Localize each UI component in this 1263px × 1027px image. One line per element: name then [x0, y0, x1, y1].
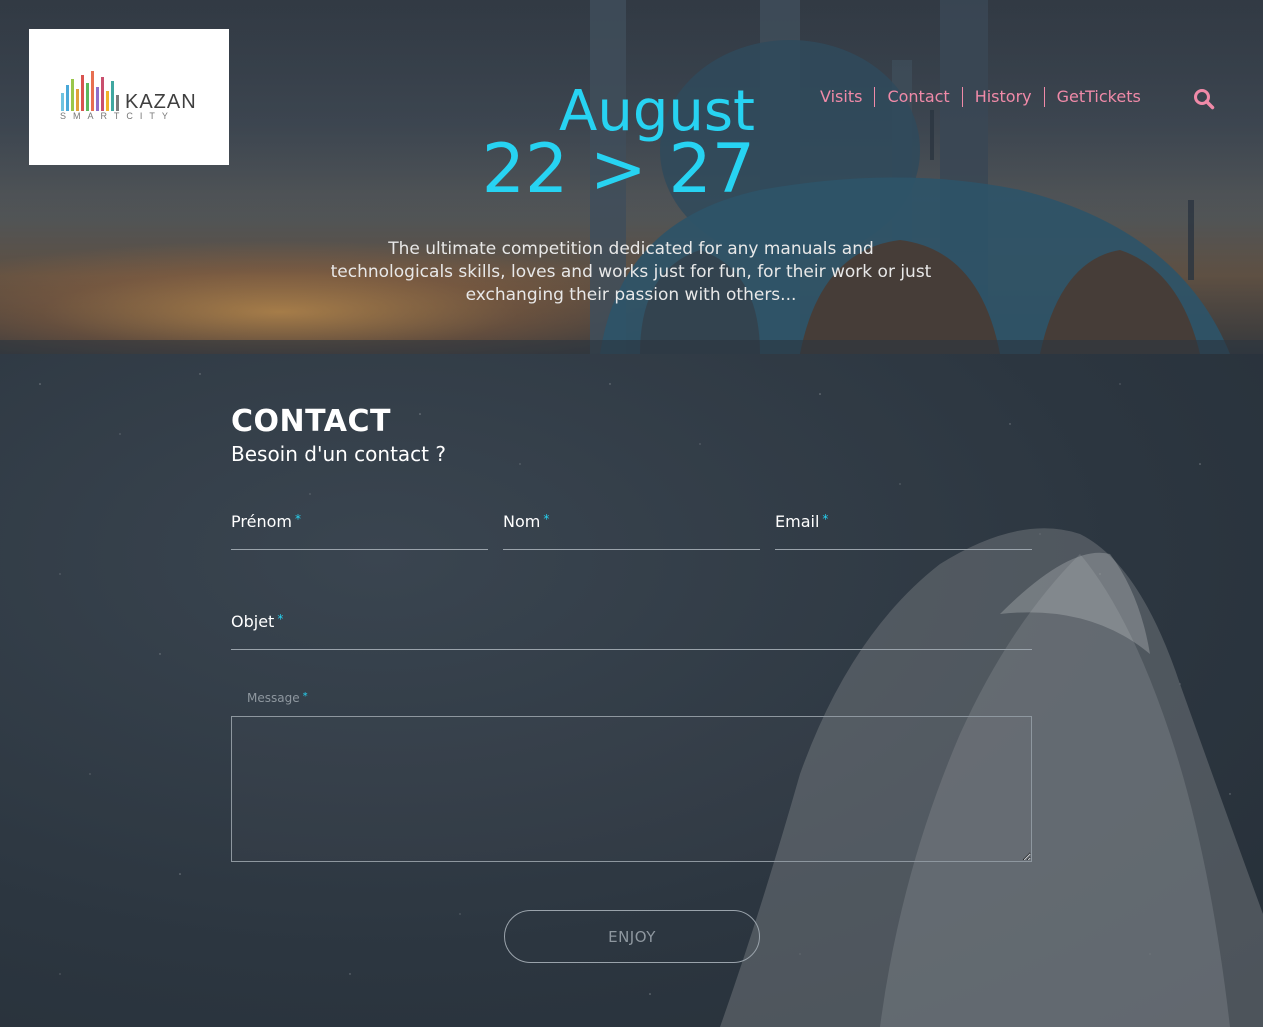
- nav-item-contact[interactable]: Contact: [875, 86, 961, 108]
- search-icon[interactable]: [1193, 88, 1215, 110]
- required-marker: *: [302, 691, 308, 702]
- lastname-input[interactable]: [503, 506, 760, 549]
- email-input[interactable]: [775, 506, 1032, 549]
- event-description: The ultimate competition dedicated for a…: [330, 239, 932, 305]
- main-navigation: Visits Contact History GetTickets: [808, 86, 1153, 108]
- nav-item-gettickets[interactable]: GetTickets: [1045, 86, 1153, 108]
- lastname-field[interactable]: Nom *: [503, 506, 760, 550]
- subject-field[interactable]: Objet *: [231, 606, 1032, 650]
- nav-item-visits[interactable]: Visits: [808, 86, 874, 108]
- contact-subtitle: Besoin d'un contact ?: [231, 442, 446, 466]
- email-field[interactable]: Email *: [775, 506, 1032, 550]
- city-skyline-bars-icon: [61, 71, 119, 111]
- logo-tagline: SMARTCITY: [60, 111, 175, 121]
- nav-item-history[interactable]: History: [963, 86, 1044, 108]
- firstname-field[interactable]: Prénom *: [231, 506, 488, 550]
- enjoy-submit-button[interactable]: ENJOY: [504, 910, 760, 963]
- hero-banner: KAZAN SMARTCITY August 22 > 27 Visits Co…: [0, 0, 1263, 354]
- contact-title: CONTACT: [231, 404, 391, 439]
- firstname-input[interactable]: [231, 506, 488, 549]
- subject-input[interactable]: [231, 606, 1032, 649]
- kazan-smartcity-logo[interactable]: KAZAN SMARTCITY: [29, 29, 229, 165]
- message-textarea[interactable]: [231, 716, 1032, 862]
- event-date-range: 22 > 27: [481, 130, 755, 209]
- contact-section: CONTACT Besoin d'un contact ? Prénom * No…: [0, 354, 1263, 1027]
- message-label: Message *: [247, 691, 308, 705]
